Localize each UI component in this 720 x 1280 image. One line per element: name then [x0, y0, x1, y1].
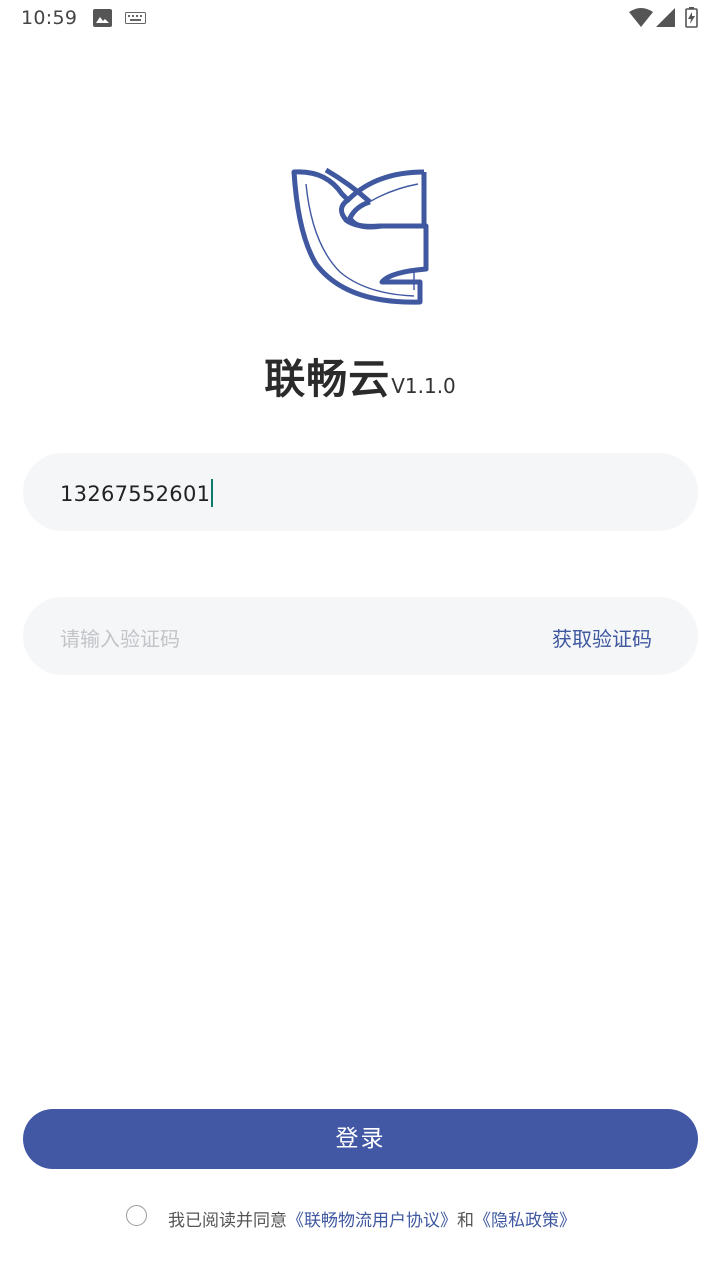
keyboard-icon: [125, 12, 146, 24]
agreement-text: 我已阅读并同意《联畅物流用户协议》和《隐私政策》: [168, 1206, 576, 1231]
battery-charging-icon: [685, 7, 698, 28]
wifi-icon: [629, 8, 653, 27]
verification-code-input[interactable]: 请输入验证码 获取验证码: [23, 597, 698, 675]
get-code-button[interactable]: 获取验证码: [552, 623, 652, 652]
user-agreement-link[interactable]: 《联畅物流用户协议》: [287, 1211, 457, 1231]
signal-icon: [656, 8, 675, 27]
phone-input[interactable]: 13267552601: [23, 453, 698, 531]
app-version: V1.1.0: [391, 374, 456, 398]
text-caret: [211, 479, 214, 507]
privacy-policy-link[interactable]: 《隐私政策》: [474, 1211, 576, 1231]
app-logo-icon: [291, 167, 429, 305]
app-title: 联畅云V1.1.0: [0, 345, 720, 405]
agreement-prefix: 我已阅读并同意: [168, 1211, 287, 1231]
status-bar: 10:59: [0, 0, 720, 36]
phone-input-value-wrap: 13267552601: [60, 479, 214, 507]
agreement-conjunction: 和: [457, 1211, 474, 1231]
agreement-row: 我已阅读并同意《联畅物流用户协议》和《隐私政策》: [0, 1205, 720, 1231]
login-button[interactable]: 登录: [23, 1109, 698, 1169]
agreement-checkbox[interactable]: [126, 1205, 147, 1226]
phone-input-value: 13267552601: [60, 482, 211, 506]
image-icon: [93, 9, 112, 27]
app-name: 联畅云: [264, 355, 391, 403]
verification-code-placeholder: 请输入验证码: [60, 627, 180, 651]
status-time: 10:59: [21, 7, 78, 29]
